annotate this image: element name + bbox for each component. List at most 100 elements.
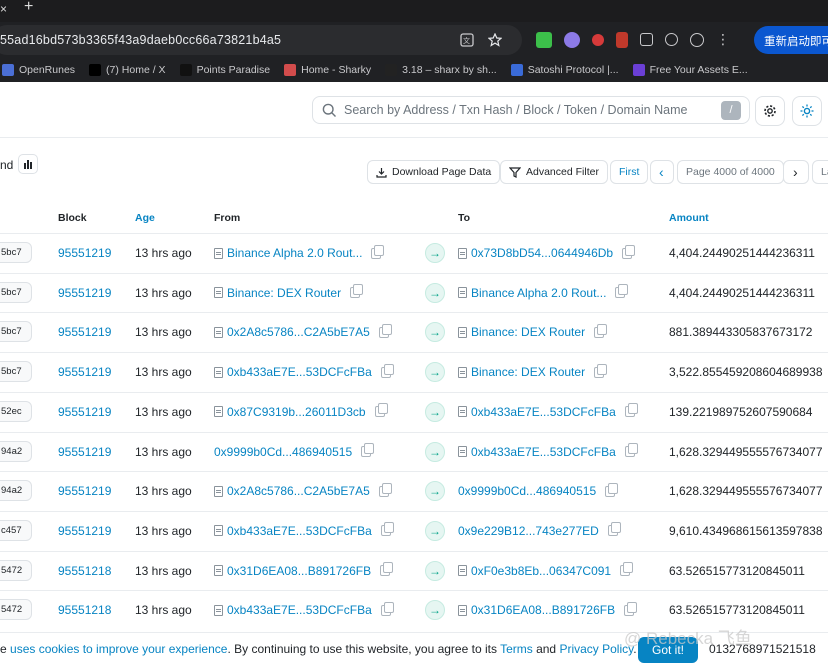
- copy-icon[interactable]: [371, 244, 385, 259]
- copy-icon[interactable]: [380, 562, 394, 577]
- column-header-age[interactable]: Age: [135, 212, 155, 224]
- bookmark-item[interactable]: Points Paradise: [179, 64, 270, 76]
- extension-bug-icon[interactable]: [592, 33, 604, 46]
- from-address-link[interactable]: Binance: DEX Router: [214, 284, 364, 300]
- txn-hash-badge[interactable]: 5bc7: [0, 281, 32, 303]
- copy-icon[interactable]: [615, 284, 629, 299]
- to-address-link[interactable]: Binance: DEX Router: [458, 323, 608, 339]
- extension-purple-icon[interactable]: [564, 31, 580, 48]
- to-address-link[interactable]: 0x9999b0Cd...486940515: [458, 482, 619, 498]
- copy-icon[interactable]: [624, 601, 638, 616]
- next-page-button[interactable]: ›: [783, 160, 809, 184]
- txn-hash-badge[interactable]: 5472: [0, 599, 32, 621]
- translate-icon[interactable]: 文: [460, 33, 474, 47]
- to-address-link[interactable]: 0xF0e3b8Eb...06347C091: [458, 562, 634, 578]
- from-address-link[interactable]: 0x9999b0Cd...486940515: [214, 443, 375, 459]
- copy-icon[interactable]: [594, 323, 608, 338]
- from-address-link[interactable]: 0xb433aE7E...53DCFcFBa: [214, 363, 394, 379]
- copy-icon[interactable]: [361, 443, 375, 457]
- table-row: 5bc7 95551219 13 hrs ago 0xb433aE7E...53DCF…: [0, 352, 828, 392]
- download-page-data-button[interactable]: Download Page Data: [367, 160, 501, 184]
- bookmark-item[interactable]: Free Your Assets E...: [632, 64, 748, 76]
- copy-icon[interactable]: [380, 522, 394, 537]
- to-address-link[interactable]: 0x31D6EA08...B891726FB: [458, 601, 638, 618]
- from-address-link[interactable]: 0x87C9319b...26011D3cb: [214, 403, 388, 419]
- advanced-filter-button[interactable]: Advanced Filter: [500, 160, 608, 184]
- to-address-link[interactable]: Binance Alpha 2.0 Rout...: [458, 284, 629, 300]
- column-header-amount[interactable]: Amount: [669, 212, 709, 224]
- amount-value: 139.221989752607590684: [669, 404, 813, 419]
- copy-icon[interactable]: [607, 522, 621, 537]
- copy-icon[interactable]: [380, 363, 394, 378]
- extension-green-icon[interactable]: [536, 31, 552, 48]
- txn-hash-badge[interactable]: 52ec: [0, 400, 32, 422]
- menu-kebab-icon[interactable]: ⋮: [716, 31, 730, 48]
- block-link[interactable]: 95551219: [58, 365, 111, 379]
- txn-hash-badge[interactable]: 5472: [0, 559, 32, 581]
- from-address-link[interactable]: Binance Alpha 2.0 Rout...: [214, 244, 385, 260]
- to-address-link[interactable]: 0x73D8bD54...0644946Db: [458, 244, 636, 260]
- profile-icon[interactable]: [690, 32, 704, 47]
- copy-icon[interactable]: [380, 601, 394, 616]
- from-address-link[interactable]: 0xb433aE7E...53DCFcFBa: [214, 522, 394, 538]
- to-address-link[interactable]: 0x9e229B12...743e277ED: [458, 522, 621, 538]
- txn-hash-badge[interactable]: 5bc7: [0, 242, 32, 263]
- cookie-info-link[interactable]: uses cookies to improve your experience: [10, 642, 227, 656]
- prev-page-button[interactable]: ‹: [650, 160, 674, 184]
- copy-icon[interactable]: [622, 244, 636, 259]
- bookmark-item[interactable]: OpenRunes: [2, 64, 75, 76]
- bookmark-item[interactable]: Satoshi Protocol |...: [510, 64, 619, 76]
- block-link[interactable]: 95551218: [58, 603, 111, 617]
- extensions-puzzle-icon[interactable]: [640, 33, 653, 46]
- to-address-link[interactable]: 0xb433aE7E...53DCFcFBa: [458, 403, 638, 419]
- from-address-link-text: 0x31D6EA08...B891726FB: [227, 563, 372, 578]
- to-address-link[interactable]: 0xb433aE7E...53DCFcFBa: [458, 443, 638, 459]
- last-page-button[interactable]: La: [812, 160, 828, 184]
- copy-icon[interactable]: [594, 363, 608, 378]
- first-page-button[interactable]: First: [610, 160, 649, 184]
- new-tab-button[interactable]: +: [24, 0, 33, 16]
- txn-hash-badge[interactable]: 94a2: [0, 480, 32, 502]
- address-bar[interactable]: 55ad16bd573b3365f43a9daeb0cc66a73821b4a5…: [0, 25, 522, 55]
- block-link[interactable]: 95551219: [58, 325, 111, 339]
- from-address-link[interactable]: 0x31D6EA08...B891726FB: [214, 562, 394, 578]
- txn-hash-badge[interactable]: 5bc7: [0, 321, 32, 343]
- close-tab-icon[interactable]: ×: [0, 2, 10, 16]
- block-link[interactable]: 95551219: [58, 405, 111, 419]
- search-input[interactable]: Search by Address / Txn Hash / Block / T…: [312, 96, 750, 124]
- bookmark-item[interactable]: (7) Home / X: [89, 64, 166, 76]
- reading-icon[interactable]: [665, 33, 678, 46]
- copy-icon[interactable]: [624, 403, 638, 418]
- copy-icon[interactable]: [624, 443, 638, 457]
- block-link[interactable]: 95551219: [58, 484, 111, 498]
- txn-hash-badge[interactable]: 94a2: [0, 440, 32, 462]
- block-link[interactable]: 95551219: [58, 246, 111, 260]
- copy-icon[interactable]: [350, 284, 364, 299]
- copy-icon[interactable]: [620, 562, 634, 577]
- copy-icon[interactable]: [378, 323, 392, 338]
- block-link[interactable]: 95551218: [58, 564, 111, 578]
- privacy-policy-link[interactable]: Privacy Policy: [559, 642, 633, 656]
- relaunch-button[interactable]: 重新启动即可: [754, 26, 828, 54]
- bookmark-item[interactable]: Home - Sharky: [284, 64, 371, 76]
- bookmark-star-icon[interactable]: [488, 33, 502, 47]
- txn-hash-badge[interactable]: 5bc7: [0, 361, 32, 383]
- copy-icon[interactable]: [374, 403, 388, 418]
- from-address-link[interactable]: 0xb433aE7E...53DCFcFBa: [214, 601, 394, 617]
- settings-button[interactable]: [755, 96, 785, 126]
- to-address-link[interactable]: Binance: DEX Router: [458, 363, 608, 379]
- chart-toggle-button[interactable]: [18, 154, 38, 174]
- extension-red-icon[interactable]: [616, 31, 628, 48]
- terms-link[interactable]: Terms: [500, 642, 533, 656]
- from-address-link[interactable]: 0x2A8c5786...C2A5bE7A5: [214, 323, 392, 339]
- bookmark-item[interactable]: 3.18 – sharx by sh...: [385, 64, 497, 76]
- copy-icon[interactable]: [605, 482, 619, 497]
- to-address-link-text: 0x31D6EA08...B891726FB: [471, 603, 616, 618]
- block-link[interactable]: 95551219: [58, 286, 111, 300]
- from-address-link[interactable]: 0x2A8c5786...C2A5bE7A5: [214, 482, 392, 498]
- block-link[interactable]: 95551219: [58, 445, 111, 459]
- copy-icon[interactable]: [378, 482, 392, 497]
- theme-toggle-button[interactable]: [792, 96, 822, 126]
- txn-hash-badge[interactable]: c457: [0, 519, 32, 541]
- block-link[interactable]: 95551219: [58, 524, 111, 538]
